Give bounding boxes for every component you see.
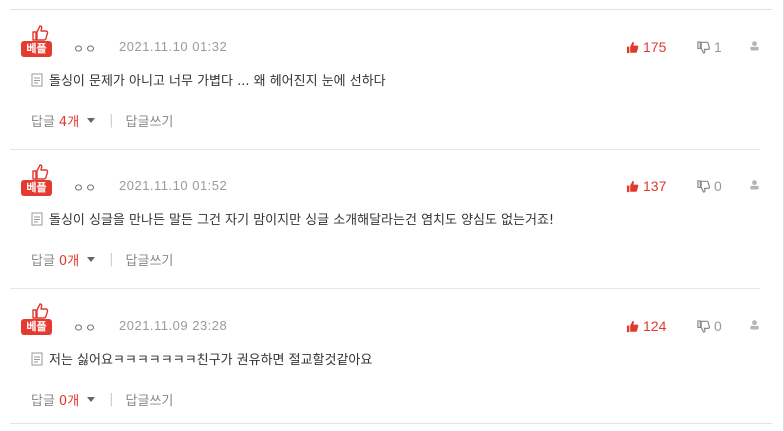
reply-toggle-label[interactable]: 답글 <box>31 250 55 269</box>
divider: | <box>109 252 114 267</box>
comment-body: 돌싱이 싱글을 만나든 말든 그건 자기 맘이지만 싱글 소개해달라는건 염치도… <box>31 209 554 228</box>
comment-body: 저는 싫어요ㅋㅋㅋㅋㅋㅋㅋ친구가 권유하면 절교할것같아요 <box>31 349 372 368</box>
upvote-button[interactable]: 175 <box>626 39 666 55</box>
best-comment-marker: 베플 <box>21 25 63 59</box>
thumbs-down-icon <box>697 179 710 193</box>
write-reply-link[interactable]: 답글쓰기 <box>126 111 174 130</box>
best-comment-marker: 베플 <box>21 303 63 337</box>
best-badge: 베플 <box>21 180 52 196</box>
report-button[interactable] <box>749 40 760 51</box>
upvote-count: 137 <box>643 178 667 194</box>
comment-footer: 답글 0개 | 답글쓰기 <box>31 250 173 269</box>
divider: | <box>109 113 114 128</box>
comment-nickname[interactable]: ㅇㅇ <box>73 319 97 336</box>
reply-toggle-label[interactable]: 답글 <box>31 390 55 409</box>
thumbs-down-icon <box>697 319 710 333</box>
thumbs-up-icon <box>626 320 639 332</box>
downvote-button[interactable]: 1 <box>697 39 722 55</box>
thumbs-up-icon <box>626 180 639 192</box>
user-report-icon <box>750 180 759 190</box>
best-badge: 베플 <box>21 41 52 57</box>
comment-text: 저는 싫어요ㅋㅋㅋㅋㅋㅋㅋ친구가 권유하면 절교할것같아요 <box>49 353 373 368</box>
comment-footer: 답글 0개 | 답글쓰기 <box>31 390 173 409</box>
memo-icon <box>31 212 43 226</box>
downvote-count: 1 <box>714 39 722 55</box>
user-report-icon <box>750 41 759 51</box>
thumbs-up-outline-icon <box>32 303 49 319</box>
reply-toggle-label[interactable]: 답글 <box>31 111 55 130</box>
reply-count[interactable]: 4개 <box>59 111 79 130</box>
comment-nickname[interactable]: ㅇㅇ <box>73 40 97 57</box>
write-reply-link[interactable]: 답글쓰기 <box>126 390 174 409</box>
upvote-count: 175 <box>643 39 667 55</box>
chevron-down-icon[interactable] <box>87 118 96 123</box>
downvote-button[interactable]: 0 <box>697 178 722 194</box>
best-badge: 베플 <box>21 319 52 335</box>
report-button[interactable] <box>749 179 760 190</box>
downvote-count: 0 <box>714 318 722 334</box>
report-button[interactable] <box>749 319 760 330</box>
upvote-button[interactable]: 124 <box>626 318 666 334</box>
comment-date: 2021.11.09 23:28 <box>119 318 228 333</box>
upvote-button[interactable]: 137 <box>626 178 666 194</box>
downvote-button[interactable]: 0 <box>697 318 722 334</box>
thumbs-up-icon <box>626 41 639 53</box>
thumbs-down-icon <box>697 40 710 54</box>
thumbs-up-outline-icon <box>32 25 49 41</box>
chevron-down-icon[interactable] <box>87 257 96 262</box>
divider: | <box>109 392 114 407</box>
reply-count[interactable]: 0개 <box>59 390 79 409</box>
chevron-down-icon[interactable] <box>87 397 96 402</box>
user-report-icon <box>750 320 759 330</box>
thumbs-up-outline-icon <box>32 164 49 180</box>
comment-date: 2021.11.10 01:32 <box>119 39 228 54</box>
upvote-count: 124 <box>643 318 667 334</box>
comment-nickname[interactable]: ㅇㅇ <box>73 179 97 196</box>
write-reply-link[interactable]: 답글쓰기 <box>126 250 174 269</box>
reply-count[interactable]: 0개 <box>59 250 79 269</box>
best-comment-marker: 베플 <box>21 164 63 198</box>
comment-text: 돌싱이 싱글을 만나든 말든 그건 자기 맘이지만 싱글 소개해달라는건 염치도… <box>49 213 555 228</box>
memo-icon <box>31 73 43 87</box>
comment-divider <box>10 288 760 289</box>
comment-footer: 답글 4개 | 답글쓰기 <box>31 111 173 130</box>
downvote-count: 0 <box>714 178 722 194</box>
memo-icon <box>31 352 43 366</box>
comment-text: 돌싱이 문제가 아니고 너무 가볍다 ... 왜 헤어진지 눈에 선하다 <box>49 74 386 89</box>
comment-date: 2021.11.10 01:52 <box>119 178 228 193</box>
comment-body: 돌싱이 문제가 아니고 너무 가볍다 ... 왜 헤어진지 눈에 선하다 <box>31 70 386 89</box>
comment-divider <box>10 149 760 150</box>
